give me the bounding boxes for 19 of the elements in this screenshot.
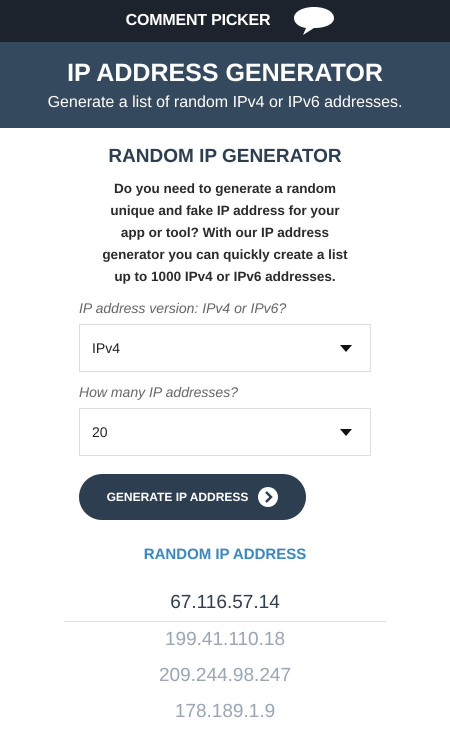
- field-label: IP address version: IPv4 or IPv6?: [79, 300, 288, 316]
- intro-text: Do you need to generate a random unique and fake IP address for your app or tool? With our IP address generator you can quickly create a list up to 1000 IPv4 or IPv6 addresses.: [101, 180, 349, 286]
- ip-address: 178.189.1.9: [174, 700, 276, 724]
- results-heading: RANDOM IP ADDRESS: [142, 546, 308, 563]
- generate-button[interactable]: GENERATE IP ADDRESS: [79, 474, 306, 520]
- dropdown[interactable]: 20: [79, 408, 371, 456]
- caret-icon: [340, 428, 352, 436]
- page-title: IP ADDRESS GENERATOR: [67, 58, 383, 88]
- dropdown[interactable]: IPv4: [79, 324, 371, 372]
- field-label: How many IP addresses?: [79, 384, 239, 400]
- section-heading: RANDOM IP GENERATOR: [107, 146, 343, 168]
- ip-address: 67.116.57.14: [170, 591, 280, 615]
- ip-address: 199.41.110.18: [164, 628, 286, 652]
- speech-bubble-icon: [292, 6, 336, 36]
- page-subtitle: Generate a list of random IPv4 or IPv6 addresses.: [48, 94, 402, 112]
- caret-icon: [340, 344, 352, 352]
- brand-name[interactable]: COMMENT PICKER: [126, 12, 270, 30]
- ip-address: 209.244.98.247: [158, 664, 292, 688]
- arrow-circle-icon: [258, 487, 278, 507]
